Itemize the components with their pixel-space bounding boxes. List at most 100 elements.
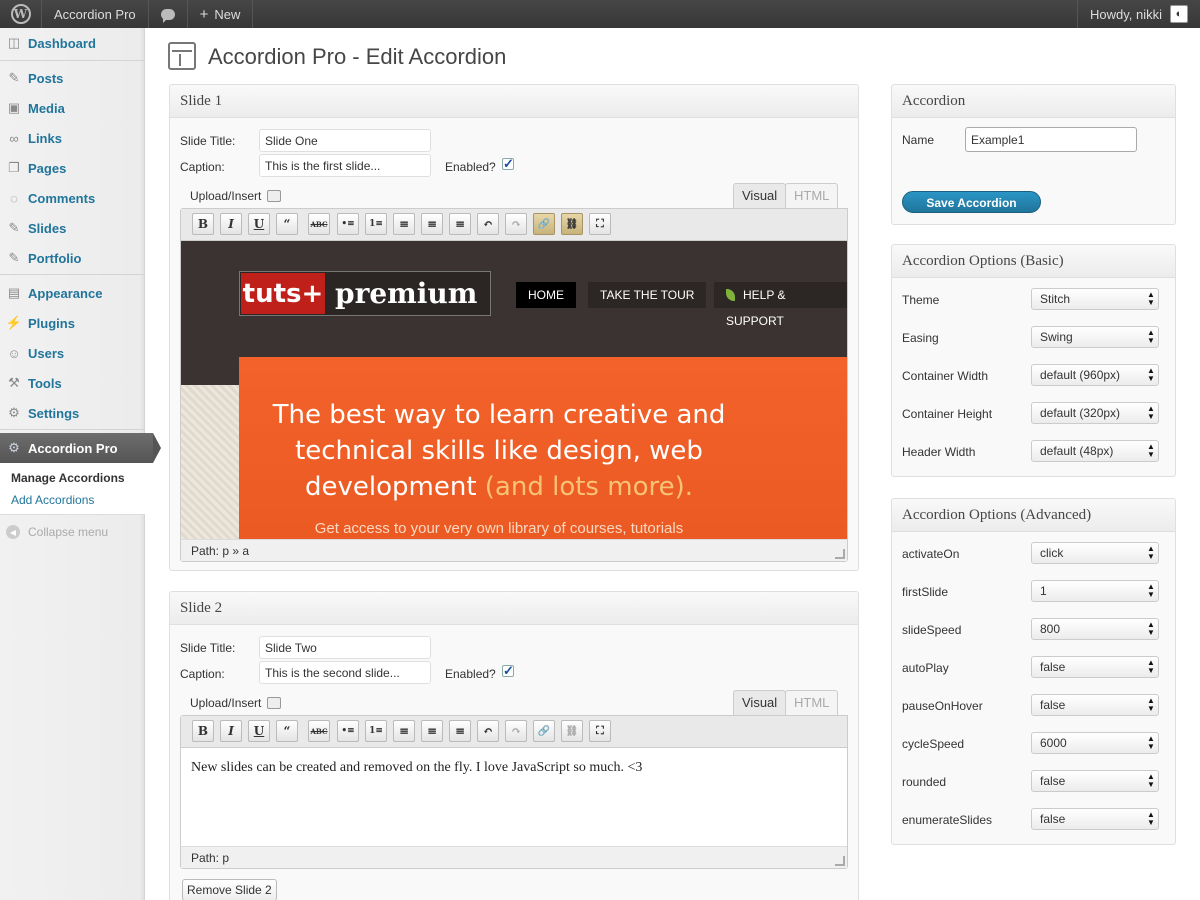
select-rounded[interactable]: false ▲ ▼ xyxy=(1031,770,1159,792)
slide-2-content-area[interactable]: New slides can be created and removed on… xyxy=(181,748,847,848)
caption-input[interactable] xyxy=(259,661,431,684)
bullet-list-button[interactable]: •≡ xyxy=(337,720,359,742)
new-content-menu[interactable]: + New xyxy=(188,0,254,28)
select-activateon[interactable]: click ▲ ▼ xyxy=(1031,542,1159,564)
underline-button[interactable]: U xyxy=(248,720,270,742)
accordion-name-input[interactable] xyxy=(965,127,1137,152)
comments-link[interactable] xyxy=(149,0,188,28)
option-label-header-width: Header Width xyxy=(902,445,976,459)
undo-button[interactable]: ↶ xyxy=(477,720,499,742)
upload-insert-button[interactable]: Upload/Insert xyxy=(190,189,282,203)
select-arrows-icon: ▲ ▼ xyxy=(1147,366,1155,383)
align-right-button[interactable]: ≡ xyxy=(449,213,471,235)
select-enumerateslides[interactable]: false ▲ ▼ xyxy=(1031,808,1159,830)
select-value: false xyxy=(1040,660,1066,674)
blockquote-button[interactable]: “ xyxy=(276,213,298,235)
tab-visual[interactable]: Visual xyxy=(733,690,787,716)
tab-html[interactable]: HTML xyxy=(785,690,839,716)
page-title: Accordion Pro - Edit Accordion xyxy=(208,44,507,69)
resize-handle-icon[interactable] xyxy=(835,549,845,559)
align-left-button[interactable]: ≡ xyxy=(393,720,415,742)
sidebar-item-pages[interactable]: ❐ Pages xyxy=(0,153,145,183)
align-center-button[interactable]: ≡ xyxy=(421,213,443,235)
unlink-button[interactable]: ⛓ xyxy=(561,720,583,742)
select-autoplay[interactable]: false ▲ ▼ xyxy=(1031,656,1159,678)
bullet-list-button[interactable]: •≡ xyxy=(337,213,359,235)
select-easing[interactable]: Swing ▲ ▼ xyxy=(1031,326,1159,348)
italic-button[interactable]: I xyxy=(220,213,242,235)
undo-button[interactable]: ↶ xyxy=(477,213,499,235)
select-container-width[interactable]: default (960px) ▲ ▼ xyxy=(1031,364,1159,386)
select-cyclespeed[interactable]: 6000 ▲ ▼ xyxy=(1031,732,1159,754)
enabled-checkbox[interactable]: ✓ xyxy=(502,157,514,170)
select-header-width[interactable]: default (48px) ▲ ▼ xyxy=(1031,440,1159,462)
sidebar-item-portfolio[interactable]: ✎ Portfolio xyxy=(0,243,145,273)
select-arrows-icon: ▲ ▼ xyxy=(1147,290,1155,307)
bold-button[interactable]: B xyxy=(192,720,214,742)
sidebar-item-links[interactable]: ∞ Links xyxy=(0,123,145,153)
pin-icon: ✎ xyxy=(8,70,20,85)
submenu-manage-accordions[interactable]: Manage Accordions xyxy=(11,471,125,485)
wordpress-logo-menu[interactable]: W xyxy=(0,0,42,28)
headline-line-3: development (and lots more). xyxy=(239,469,759,505)
upload-insert-button[interactable]: Upload/Insert xyxy=(190,696,282,710)
bold-button[interactable]: B xyxy=(192,213,214,235)
insert-link-button[interactable]: 🔗 xyxy=(533,720,555,742)
slide-title-input[interactable] xyxy=(259,636,431,659)
sidebar-item-dashboard[interactable]: ◫ Dashboard xyxy=(0,28,145,58)
numbered-list-button[interactable]: 1≡ xyxy=(365,213,387,235)
upload-insert-label: Upload/Insert xyxy=(190,696,262,710)
insert-link-button[interactable]: 🔗 xyxy=(533,213,555,235)
fullscreen-button[interactable]: ⛶ xyxy=(589,213,611,235)
select-pauseonhover[interactable]: false ▲ ▼ xyxy=(1031,694,1159,716)
sidebar-item-posts[interactable]: ✎ Posts xyxy=(0,63,145,93)
sidebar-item-slides[interactable]: ✎ Slides xyxy=(0,213,145,243)
select-arrows-icon: ▲ ▼ xyxy=(1147,328,1155,345)
align-right-button[interactable]: ≡ xyxy=(449,720,471,742)
editor-toolbar: B I U “ ABC •≡ 1≡ ≡ ≡ ≡ ↶ ↷ 🔗 ⛓ ⛶ xyxy=(181,209,847,241)
resize-handle-icon[interactable] xyxy=(835,856,845,866)
unlink-button[interactable]: ⛓ xyxy=(561,213,583,235)
save-accordion-button[interactable]: Save Accordion xyxy=(902,191,1041,213)
option-label-rounded: rounded xyxy=(902,775,947,789)
sidebar-item-settings[interactable]: ⚙ Settings xyxy=(0,398,145,428)
strikethrough-button[interactable]: ABC xyxy=(308,720,330,742)
select-theme[interactable]: Stitch ▲ ▼ xyxy=(1031,288,1159,310)
italic-button[interactable]: I xyxy=(220,720,242,742)
remove-slide-button[interactable]: Remove Slide 2 xyxy=(182,879,277,900)
sidebar-item-media[interactable]: ▣ Media xyxy=(0,93,145,123)
enabled-checkbox[interactable]: ✓ xyxy=(502,664,514,677)
align-center-button[interactable]: ≡ xyxy=(421,720,443,742)
redo-button[interactable]: ↷ xyxy=(505,213,527,235)
caption-input[interactable] xyxy=(259,154,431,177)
underline-button[interactable]: U xyxy=(248,213,270,235)
tab-visual[interactable]: Visual xyxy=(733,183,787,209)
sidebar-item-comments[interactable]: ◌ Comments xyxy=(0,183,145,213)
site-name-link[interactable]: Accordion Pro xyxy=(42,0,149,28)
sidebar-item-plugins[interactable]: ⚡ Plugins xyxy=(0,308,145,338)
sidebar-item-appearance[interactable]: ▤ Appearance xyxy=(0,278,145,308)
slide-2-editor[interactable]: B I U “ ABC •≡ 1≡ ≡ ≡ ≡ ↶ ↷ 🔗 ⛓ ⛶ New sl… xyxy=(180,715,848,869)
howdy-text: Howdy, nikki xyxy=(1089,6,1162,22)
strikethrough-button[interactable]: ABC xyxy=(308,213,330,235)
numbered-list-button[interactable]: 1≡ xyxy=(365,720,387,742)
select-firstslide[interactable]: 1 ▲ ▼ xyxy=(1031,580,1159,602)
sidebar-item-accordion-pro[interactable]: ⚙ Accordion Pro xyxy=(0,433,161,463)
leaf-icon xyxy=(726,289,735,301)
blockquote-button[interactable]: “ xyxy=(276,720,298,742)
collapse-menu-button[interactable]: ◀ Collapse menu xyxy=(6,525,108,539)
slide-title-input[interactable] xyxy=(259,129,431,152)
redo-button[interactable]: ↷ xyxy=(505,720,527,742)
sidebar-item-label: Appearance xyxy=(28,285,103,301)
fullscreen-button[interactable]: ⛶ xyxy=(589,720,611,742)
tab-html[interactable]: HTML xyxy=(785,183,839,209)
user-account-menu[interactable]: Howdy, nikki ◐ xyxy=(1076,0,1200,28)
slide-1-editor[interactable]: B I U “ ABC •≡ 1≡ ≡ ≡ ≡ ↶ ↷ 🔗 ⛓ ⛶ tuts+ … xyxy=(180,208,848,562)
sidebar-item-tools[interactable]: ⚒ Tools xyxy=(0,368,145,398)
sidebar-item-users[interactable]: ☺ Users xyxy=(0,338,145,368)
submenu-add-accordions[interactable]: Add Accordions xyxy=(11,493,94,507)
select-slidespeed[interactable]: 800 ▲ ▼ xyxy=(1031,618,1159,640)
slide-2-body-text: New slides can be created and removed on… xyxy=(191,760,643,775)
select-container-height[interactable]: default (320px) ▲ ▼ xyxy=(1031,402,1159,424)
align-left-button[interactable]: ≡ xyxy=(393,213,415,235)
